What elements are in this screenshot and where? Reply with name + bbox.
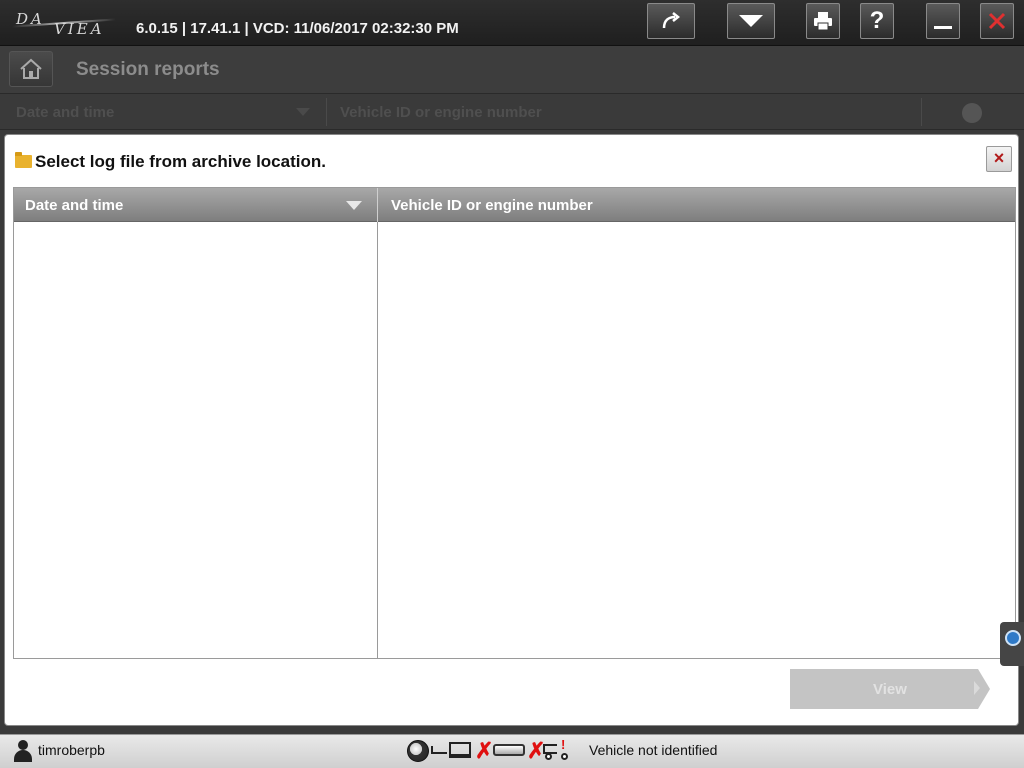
truck-warning-icon: ! [543,737,571,760]
session-header: Session reports [0,46,1024,94]
status-bar: timroberpb ✗ ✗ ! Vehicle not identified [0,734,1024,768]
bg-sort-arrow-icon [296,108,310,116]
username: timroberpb [38,742,105,758]
dropdown-triangle-icon [739,15,763,27]
table-header: Date and time Vehicle ID or engine numbe… [14,188,1015,222]
select-log-dialog: Select log file from archive location. ×… [4,134,1019,726]
help-button[interactable]: ? [860,3,894,39]
side-remote-tab[interactable] [1000,622,1024,666]
folder-icon [15,152,32,168]
app-logo: DA VIEA [12,8,122,38]
title-bar: DA VIEA 6.0.15 | 17.41.1 | VCD: 11/06/20… [0,0,1024,46]
bg-column-divider [326,98,327,126]
dialog-title: Select log file from archive location. [35,152,326,171]
print-button[interactable] [806,3,840,39]
redo-arrow-icon [662,12,681,29]
remote-support-icon [1005,630,1021,646]
bg-column-date: Date and time [16,104,115,121]
header-divider [377,188,378,222]
dialog-close-button[interactable]: × [986,146,1012,172]
page-title: Session reports [76,59,220,80]
home-button[interactable] [9,51,53,87]
view-button[interactable]: View [790,669,990,709]
error-x-icon: ✗ [475,738,494,763]
menu-dropdown-button[interactable] [727,3,775,39]
laptop-icon [449,742,471,758]
view-button-label: View [873,680,907,698]
home-icon [20,58,42,79]
bg-column-divider [921,98,922,126]
sort-arrow-icon[interactable] [346,201,362,210]
minimize-button[interactable] [926,3,960,39]
window-close-button[interactable] [980,3,1014,39]
column-header-date[interactable]: Date and time [25,197,123,214]
user-icon [12,740,34,762]
bg-globe-icon [962,103,982,123]
bg-column-vehicle: Vehicle ID or engine number [340,104,542,121]
redo-button[interactable] [647,3,695,39]
globe-icon [407,740,429,762]
connection-line-icon [431,746,447,754]
logo-text-bottom: VIEA [54,20,105,38]
background-column-header: Date and time Vehicle ID or engine numbe… [0,94,1024,130]
close-icon [988,12,1006,30]
log-file-table: Date and time Vehicle ID or engine numbe… [13,187,1016,659]
column-divider [377,222,378,658]
printer-icon [814,12,832,31]
column-header-vehicle[interactable]: Vehicle ID or engine number [391,197,593,214]
version-info: 6.0.15 | 17.41.1 | VCD: 11/06/2017 02:32… [136,20,459,37]
minimize-icon [934,26,952,29]
vci-cable-icon [493,744,525,756]
vehicle-status: Vehicle not identified [589,742,718,758]
chevron-right-icon [974,681,980,695]
